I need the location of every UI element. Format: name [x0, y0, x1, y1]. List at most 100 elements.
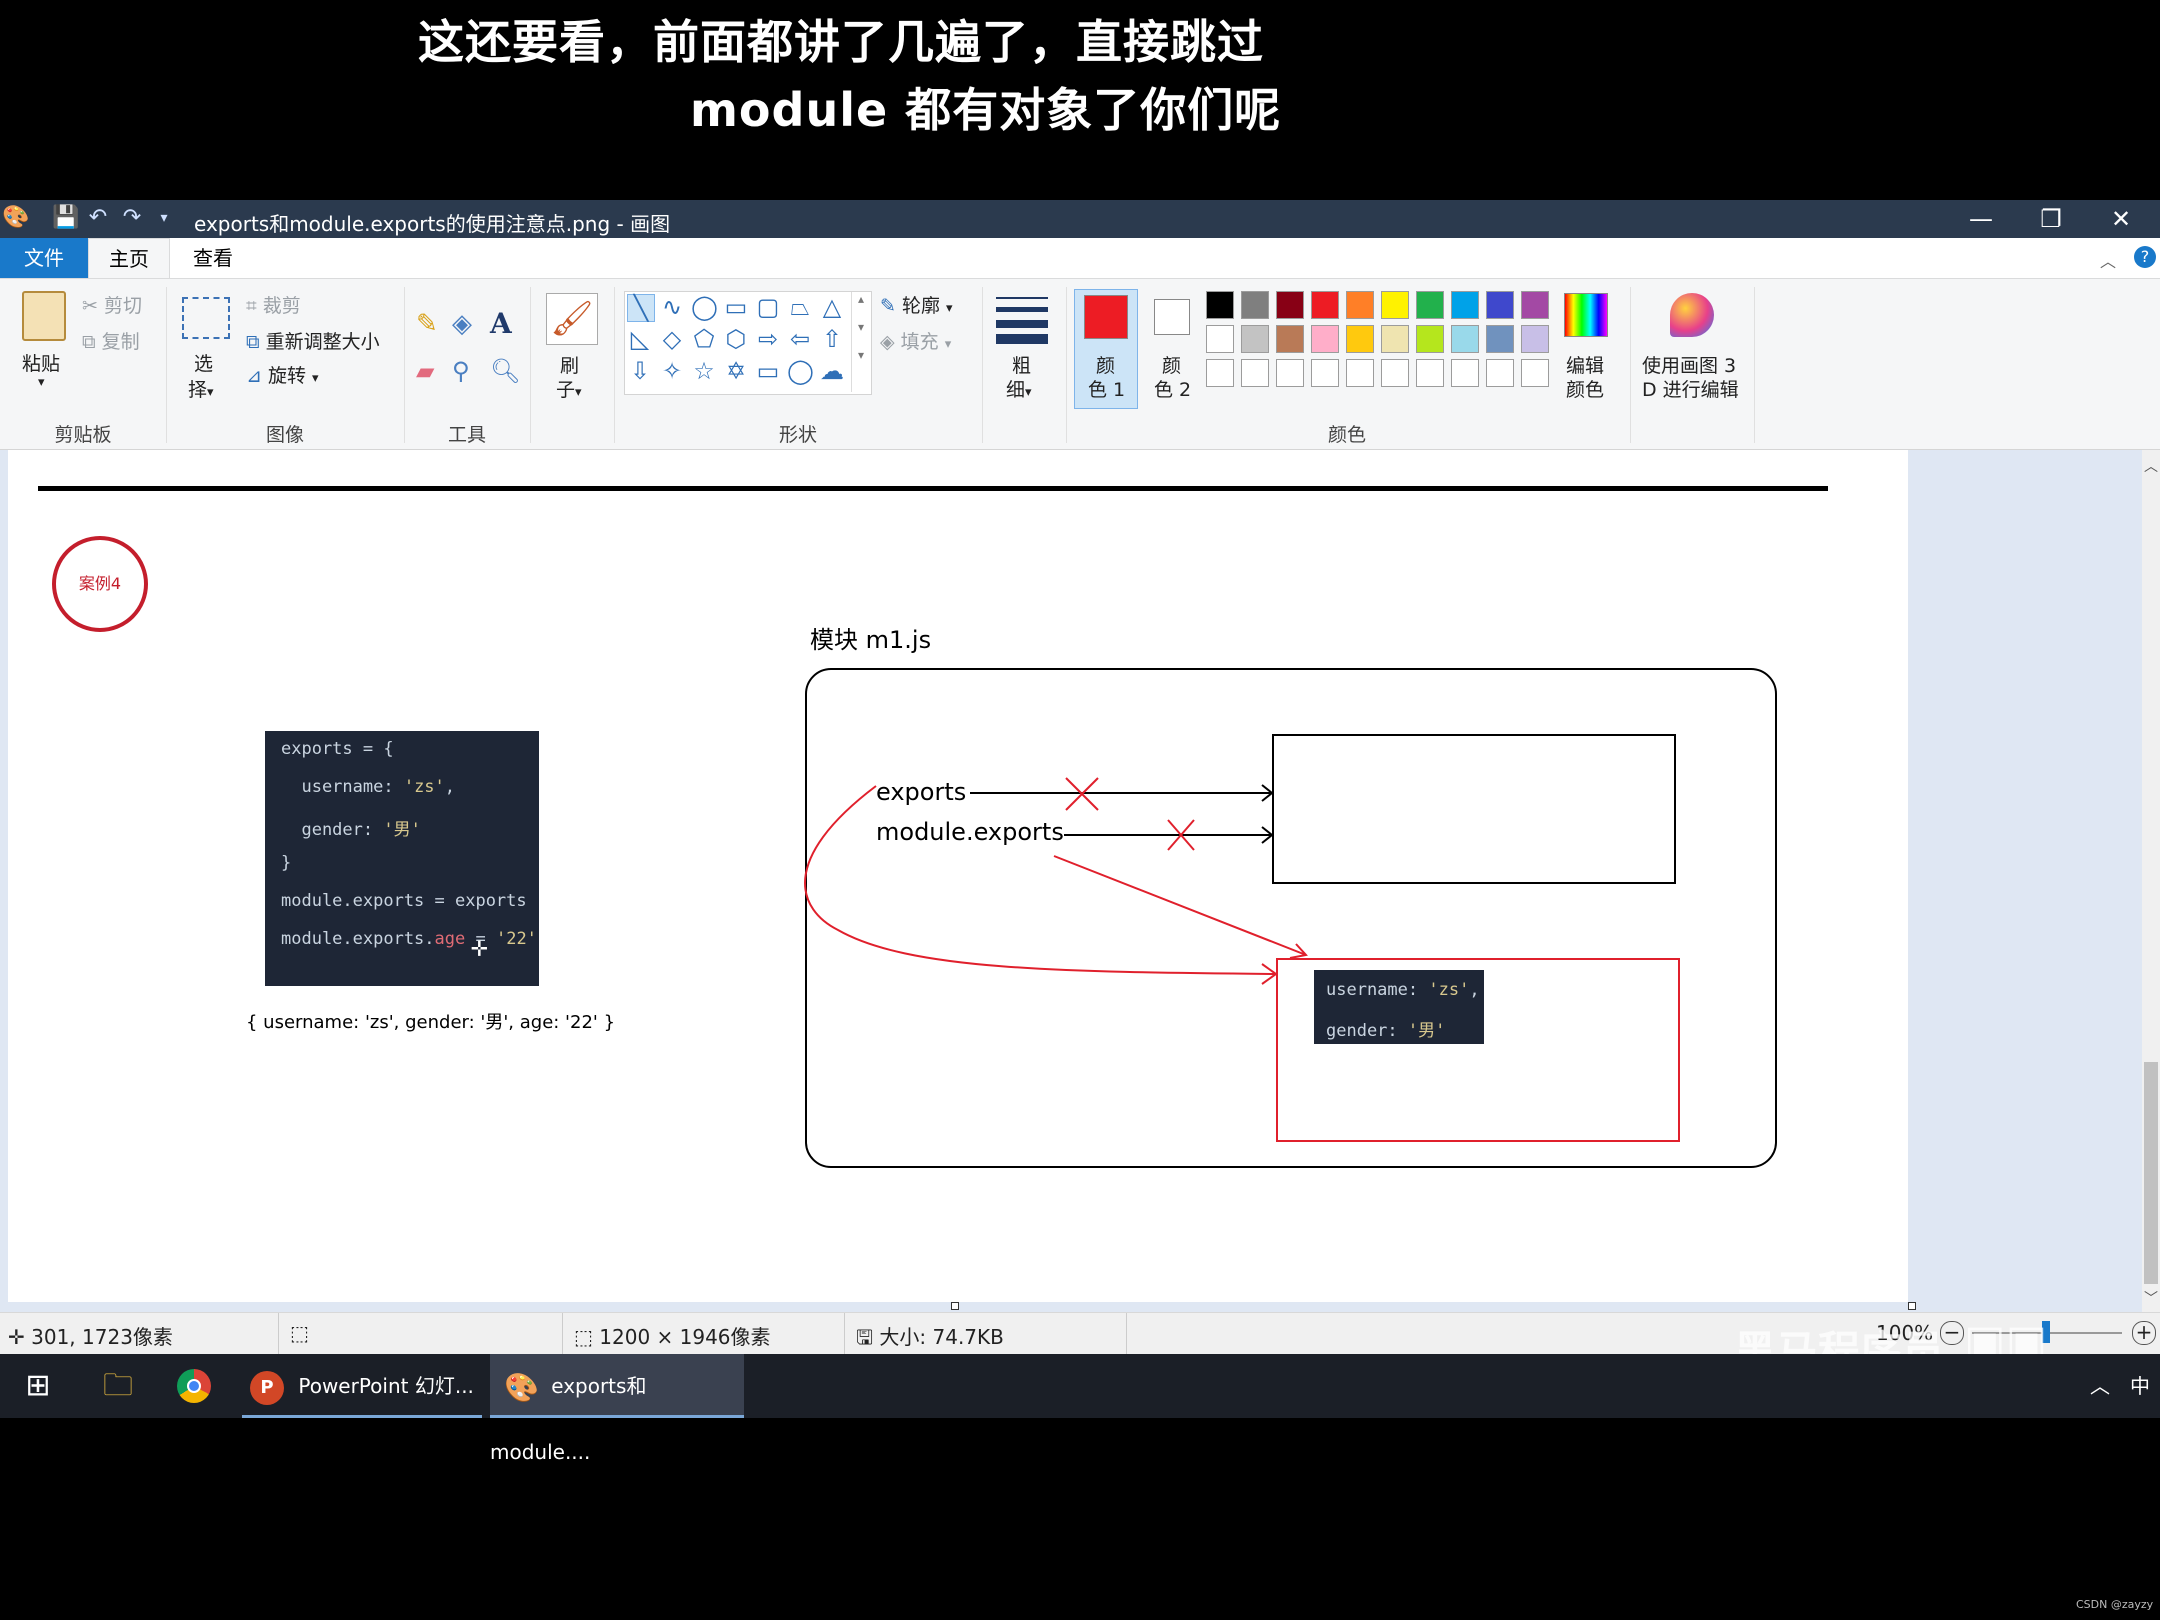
chrome-icon[interactable] — [172, 1354, 216, 1418]
palette-swatch[interactable] — [1416, 291, 1444, 319]
tray-chevron-icon[interactable]: ︿ — [2090, 1354, 2110, 1418]
taskbar-paint[interactable]: 🎨 exports和module.... — [490, 1354, 744, 1464]
callout-rect-icon[interactable]: ▭ — [755, 358, 781, 384]
palette-swatch[interactable] — [1521, 325, 1549, 353]
palette-swatch[interactable] — [1451, 325, 1479, 353]
custom-color-slot[interactable] — [1311, 359, 1339, 387]
four-point-star-icon[interactable]: ✧ — [659, 358, 685, 384]
paste-button[interactable]: 粘贴 — [22, 349, 60, 376]
color-picker-icon[interactable]: ⚲ — [452, 357, 470, 385]
resize-button[interactable]: ⧉ 重新调整大小 — [246, 327, 380, 354]
close-button[interactable]: ✕ — [2086, 202, 2156, 236]
tab-home[interactable]: 主页 — [88, 238, 170, 278]
cut-button[interactable]: ✂ 剪切 — [82, 291, 142, 318]
six-point-star-icon[interactable]: ✡ — [723, 358, 749, 384]
color-2-button[interactable]: 色 2 — [1154, 375, 1191, 402]
palette-swatch[interactable] — [1381, 325, 1409, 353]
file-explorer-icon[interactable]: 🗀 — [96, 1354, 140, 1418]
resize-handle-bottom[interactable] — [951, 1302, 959, 1310]
save-icon[interactable]: 💾 — [52, 206, 79, 230]
help-icon[interactable]: ? — [2134, 246, 2156, 268]
custom-color-slot[interactable] — [1381, 359, 1409, 387]
palette-swatch[interactable] — [1206, 325, 1234, 353]
custom-color-slot[interactable] — [1346, 359, 1374, 387]
triangle-shape-icon[interactable]: △ — [819, 294, 845, 320]
palette-swatch[interactable] — [1311, 291, 1339, 319]
fill-button[interactable]: ◈ 填充 ▾ — [880, 327, 951, 354]
oval-shape-icon[interactable]: ◯ — [691, 294, 718, 320]
rectangle-shape-icon[interactable]: ▭ — [723, 294, 749, 320]
palette-swatch[interactable] — [1346, 325, 1374, 353]
custom-color-slot[interactable] — [1241, 359, 1269, 387]
drawing-canvas[interactable]: 案例4 exports = { username: 'zs', gender: … — [8, 450, 1908, 1302]
left-arrow-shape-icon[interactable]: ⇦ — [787, 326, 813, 352]
shapes-gallery[interactable]: ╲ ∿ ◯ ▭ ▢ ⏢ △ ◺ ◇ ⬠ ⬡ ⇨ ⇦ ⇧ ⇩ ✧ ☆ ✡ ▭ ◯ … — [624, 291, 872, 395]
up-arrow-shape-icon[interactable]: ⇧ — [819, 326, 845, 352]
custom-color-slot[interactable] — [1451, 359, 1479, 387]
palette-swatch[interactable] — [1381, 291, 1409, 319]
palette-swatch[interactable] — [1311, 325, 1339, 353]
tab-view[interactable]: 查看 — [172, 238, 254, 278]
polygon-shape-icon[interactable]: ⏢ — [787, 294, 813, 320]
pencil-icon[interactable]: ✎ — [416, 309, 438, 339]
paint-3d-button[interactable]: D 进行编辑 — [1642, 375, 1739, 402]
ime-indicator[interactable]: 中 — [2130, 1354, 2150, 1418]
curve-shape-icon[interactable]: ∿ — [659, 294, 685, 320]
eraser-icon[interactable]: ▰ — [416, 357, 434, 385]
custom-color-slot[interactable] — [1276, 359, 1304, 387]
text-tool-icon[interactable]: A — [490, 307, 512, 340]
five-point-star-icon[interactable]: ☆ — [691, 358, 717, 384]
edit-colors-button[interactable]: 颜色 — [1566, 375, 1604, 402]
color-2-swatch[interactable] — [1154, 299, 1190, 335]
callout-cloud-icon[interactable]: ☁︎ — [819, 358, 845, 384]
custom-color-slot[interactable] — [1206, 359, 1234, 387]
brushes-button[interactable]: 子▾ — [556, 375, 582, 402]
palette-swatch[interactable] — [1521, 291, 1549, 319]
scroll-down-icon[interactable]: ﹀ — [2144, 1288, 2158, 1308]
palette-swatch[interactable] — [1486, 291, 1514, 319]
fill-bucket-icon[interactable]: ◈ — [452, 309, 472, 339]
size-icon[interactable] — [996, 293, 1048, 344]
palette-swatch[interactable] — [1276, 291, 1304, 319]
palette-swatch[interactable] — [1206, 291, 1234, 319]
tab-file[interactable]: 文件 — [0, 238, 88, 278]
collapse-ribbon-icon[interactable]: ︿ — [2100, 248, 2116, 272]
custom-color-slot[interactable] — [1521, 359, 1549, 387]
vertical-scrollbar[interactable]: ︿ ﹀ — [2142, 450, 2160, 1312]
paste-icon[interactable] — [22, 291, 66, 341]
line-shape-icon[interactable]: ╲ — [627, 294, 655, 322]
size-button[interactable]: 细▾ — [1006, 375, 1032, 402]
brush-icon[interactable]: 🖌︎ — [546, 293, 598, 345]
copy-button[interactable]: ⧉ 复制 — [82, 327, 140, 354]
edit-colors-icon[interactable] — [1564, 293, 1608, 337]
down-arrow-shape-icon[interactable]: ⇩ — [627, 358, 653, 384]
diamond-shape-icon[interactable]: ◇ — [659, 326, 685, 352]
undo-icon[interactable]: ↶ — [86, 206, 110, 230]
magnifier-icon[interactable]: 🔍︎ — [490, 357, 520, 385]
windows-start-icon[interactable]: ⊞ — [18, 1354, 58, 1418]
palette-swatch[interactable] — [1241, 291, 1269, 319]
minimize-button[interactable]: — — [1946, 202, 2016, 236]
restore-button[interactable]: ❐ — [2016, 202, 2086, 236]
crop-button[interactable]: ⌗ 裁剪 — [246, 291, 301, 318]
custom-color-slot[interactable] — [1416, 359, 1444, 387]
rounded-rect-shape-icon[interactable]: ▢ — [755, 294, 781, 320]
palette-swatch[interactable] — [1241, 325, 1269, 353]
palette-swatch[interactable] — [1276, 325, 1304, 353]
palette-swatch[interactable] — [1416, 325, 1444, 353]
custom-color-slot[interactable] — [1486, 359, 1514, 387]
rotate-button[interactable]: ⊿ 旋转 ▾ — [246, 361, 319, 388]
palette-swatch[interactable] — [1451, 291, 1479, 319]
taskbar-powerpoint[interactable]: P PowerPoint 幻灯... — [242, 1354, 482, 1418]
hexagon-shape-icon[interactable]: ⬡ — [723, 326, 749, 352]
resize-handle-corner[interactable] — [1908, 1302, 1916, 1310]
select-icon[interactable] — [182, 297, 230, 339]
zoom-in-button[interactable]: + — [2132, 1321, 2156, 1345]
shapes-scroll[interactable]: ▴ ▾ ▾ — [851, 292, 870, 392]
redo-icon[interactable]: ↷ — [120, 206, 144, 230]
palette-swatch[interactable] — [1486, 325, 1514, 353]
customize-toolbar-icon[interactable]: ▾ — [152, 206, 176, 230]
paste-dropdown-icon[interactable]: ▾ — [38, 375, 45, 390]
callout-oval-icon[interactable]: ◯ — [787, 358, 814, 384]
scroll-up-icon[interactable]: ︿ — [2144, 456, 2158, 476]
